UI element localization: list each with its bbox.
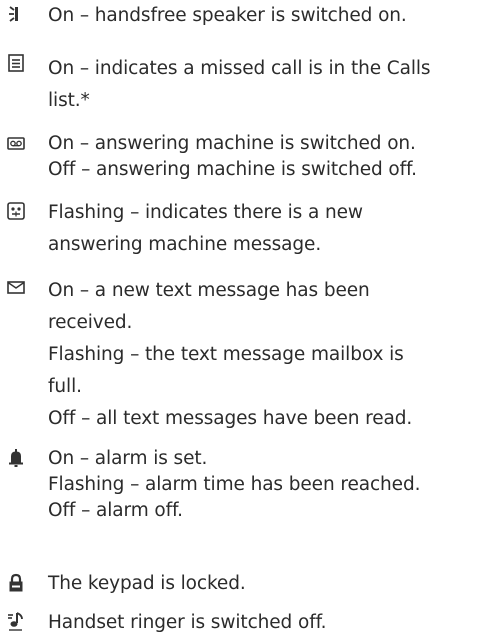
entry-line: Flashing – the text message mailbox is xyxy=(48,344,404,365)
new-message-icon xyxy=(6,201,26,221)
alarm-bell-icon xyxy=(6,448,26,468)
padlock-icon xyxy=(6,573,26,593)
entry-line: On – indicates a missed call is in the C… xyxy=(48,58,431,79)
entry-line: On – a new text message has been xyxy=(48,280,370,301)
entry-line: list.* xyxy=(48,90,90,111)
handsfree-speaker-icon xyxy=(6,4,26,24)
entry-line: Off – answering machine is switched off. xyxy=(48,159,417,180)
calls-list-icon xyxy=(6,53,26,73)
entry-line: Off – all text messages have been read. xyxy=(48,408,413,429)
entry-line: Off – alarm off. xyxy=(48,500,183,521)
entry-line: On – answering machine is switched on. xyxy=(48,133,416,154)
entry-line: On – handsfree speaker is switched on. xyxy=(48,5,407,26)
entry-line: received. xyxy=(48,312,133,333)
entry-line: answering machine message. xyxy=(48,234,322,255)
entry-line: On – alarm is set. xyxy=(48,448,208,469)
entry-line: Flashing – indicates there is a new xyxy=(48,202,363,223)
entry-line: Handset ringer is switched off. xyxy=(48,612,327,633)
ringer-off-icon xyxy=(6,611,26,631)
envelope-icon xyxy=(6,278,26,298)
entry-line: The keypad is locked. xyxy=(48,573,246,594)
answering-machine-icon xyxy=(6,134,26,154)
entry-line: full. xyxy=(48,376,82,397)
entry-line: Flashing – alarm time has been reached. xyxy=(48,474,421,495)
